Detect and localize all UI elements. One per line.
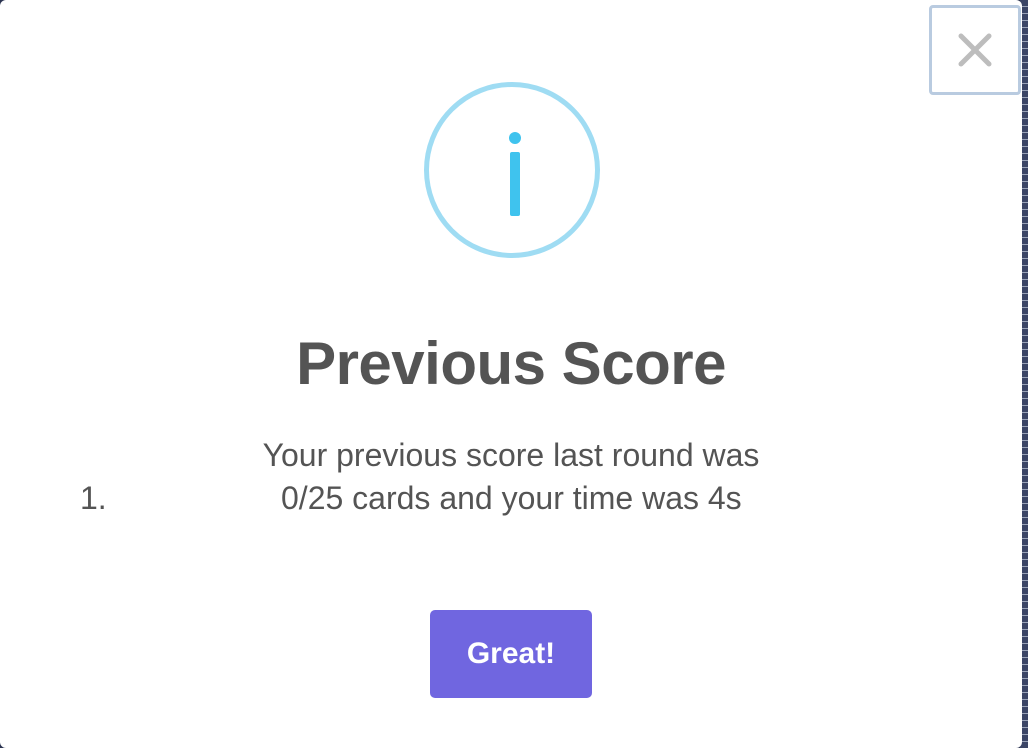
message-line-1: Your previous score last round was [262,437,760,473]
info-icon-stem [510,152,520,216]
dialog-message: Your previous score last round was 1. 0/… [0,434,1022,520]
list-marker: 1. [80,480,107,516]
close-button[interactable] [929,5,1021,95]
info-icon-dot [509,132,521,144]
dialog-title: Previous Score [296,330,726,397]
message-list-item: 1. 0/25 cards and your time was 4s [0,477,1022,520]
close-icon [958,33,992,67]
message-line-2: 0/25 cards and your time was 4s [281,480,742,516]
score-dialog: Previous Score Your previous score last … [0,0,1022,748]
info-icon [424,82,600,258]
confirm-button[interactable]: Great! [430,610,592,698]
